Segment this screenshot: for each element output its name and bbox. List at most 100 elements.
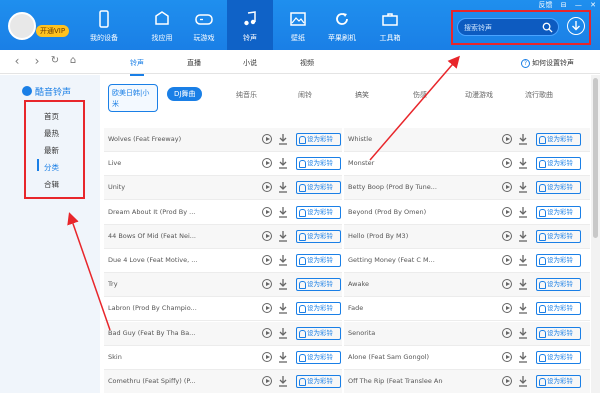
tag-pop[interactable]: 流行歌曲 [525, 90, 553, 100]
home-icon[interactable]: ⌂ [66, 54, 80, 68]
nav-refresh[interactable]: 苹果刷机 [319, 0, 365, 50]
table-row: Fade 设为彩铃 [344, 297, 590, 322]
download-icon[interactable] [278, 278, 288, 290]
download-icon[interactable] [278, 230, 288, 242]
forward-icon[interactable]: › [30, 54, 44, 68]
set-ringtone-button[interactable]: 设为彩铃 [296, 157, 341, 171]
tag-alarm[interactable]: 闹铃 [298, 90, 312, 100]
download-icon[interactable] [518, 278, 528, 290]
play-icon[interactable] [502, 230, 512, 241]
play-icon[interactable] [262, 376, 272, 386]
play-icon[interactable] [262, 279, 272, 290]
play-icon[interactable] [502, 279, 512, 290]
download-icon[interactable] [278, 254, 288, 266]
set-ringtone-button[interactable]: 设为彩铃 [296, 254, 341, 267]
download-icon[interactable] [278, 133, 288, 145]
set-ringtone-button[interactable]: 设为彩铃 [296, 205, 341, 219]
set-ringtone-button[interactable]: 设为彩铃 [296, 350, 341, 364]
set-ringtone-button[interactable]: 设为彩铃 [536, 157, 581, 171]
download-icon[interactable] [278, 181, 288, 194]
play-icon[interactable] [502, 182, 512, 193]
play-icon[interactable] [502, 327, 512, 338]
set-ringtone-button[interactable]: 设为彩铃 [536, 326, 581, 340]
tag-funny[interactable]: 搞笑 [355, 90, 369, 100]
tag-dj[interactable]: DJ舞曲 [167, 87, 203, 101]
table-row: Due 4 Love (Feat Motive, ... 设为彩铃 [104, 249, 342, 273]
refresh-icon[interactable]: ↻ [48, 54, 62, 68]
download-icon[interactable] [518, 254, 528, 266]
download-icon[interactable] [518, 230, 528, 242]
back-icon[interactable]: ‹ [10, 54, 24, 68]
nav-toolbox[interactable]: 工具箱 [367, 0, 413, 50]
set-ringtone-button[interactable]: 设为彩铃 [296, 181, 341, 195]
nav-gamepad[interactable]: 玩游戏 [181, 0, 227, 50]
play-icon[interactable] [262, 134, 272, 144]
download-icon[interactable] [278, 302, 288, 315]
download-icon[interactable] [518, 351, 528, 363]
download-icon[interactable] [518, 375, 528, 387]
play-icon[interactable] [262, 182, 272, 193]
download-icon[interactable] [278, 157, 288, 169]
help-link[interactable]: ? 如何设置铃声 [521, 58, 574, 68]
download-icon[interactable] [518, 327, 528, 339]
play-icon[interactable] [262, 303, 272, 314]
play-icon[interactable] [502, 158, 512, 169]
set-ringtone-button[interactable]: 设为彩铃 [296, 375, 341, 388]
vip-button[interactable]: 开通VIP [36, 25, 70, 37]
play-icon[interactable] [262, 255, 272, 265]
download-icon[interactable] [278, 351, 288, 363]
tab-ringtone[interactable]: 铃声 [130, 58, 144, 76]
play-icon[interactable] [502, 255, 512, 265]
skin-button[interactable]: ⊟ [561, 1, 567, 9]
download-icon[interactable] [278, 206, 288, 218]
set-ringtone-button[interactable]: 设为彩铃 [296, 229, 341, 243]
table-row: Getting Money (Feat C M... 设为彩铃 [344, 249, 590, 273]
download-icon[interactable] [518, 181, 528, 194]
play-icon[interactable] [262, 327, 272, 338]
set-ringtone-button[interactable]: 设为彩铃 [536, 302, 581, 316]
tag-instrumental[interactable]: 纯音乐 [236, 90, 257, 100]
tag-sad[interactable]: 伤感 [413, 90, 427, 100]
tab-video[interactable]: 视频 [300, 58, 314, 68]
set-ringtone-button[interactable]: 设为彩铃 [536, 350, 581, 364]
tab-live[interactable]: 直播 [187, 58, 201, 68]
set-ringtone-button[interactable]: 设为彩铃 [296, 302, 341, 316]
play-icon[interactable] [502, 303, 512, 314]
close-button[interactable]: ✕ [590, 1, 596, 9]
nav-wallpaper[interactable]: 壁纸 [275, 0, 321, 50]
set-ringtone-button[interactable]: 设为彩铃 [536, 229, 581, 243]
minimize-button[interactable]: — [575, 1, 582, 9]
nav-music[interactable]: 铃声 [227, 0, 273, 50]
nav-apps[interactable]: 找应用 [139, 0, 185, 50]
play-icon[interactable] [502, 206, 512, 217]
tag-western[interactable]: 欧美日韩|小米 [108, 84, 158, 112]
download-icon[interactable] [518, 133, 528, 145]
set-ringtone-button[interactable]: 设为彩铃 [296, 326, 341, 340]
set-ringtone-button[interactable]: 设为彩铃 [536, 254, 581, 267]
download-icon[interactable] [518, 157, 528, 169]
play-icon[interactable] [262, 230, 272, 241]
download-icon[interactable] [518, 302, 528, 315]
set-ringtone-button[interactable]: 设为彩铃 [296, 133, 341, 146]
tab-novel[interactable]: 小说 [243, 58, 257, 68]
set-ringtone-button[interactable]: 设为彩铃 [536, 181, 581, 195]
download-icon[interactable] [278, 375, 288, 387]
download-icon[interactable] [278, 327, 288, 339]
nav-phone[interactable]: 我的设备 [81, 0, 127, 50]
set-ringtone-button[interactable]: 设为彩铃 [536, 205, 581, 219]
set-ringtone-button[interactable]: 设为彩铃 [536, 133, 581, 146]
feedback-link[interactable]: 反馈 [539, 1, 553, 9]
set-ringtone-button[interactable]: 设为彩铃 [296, 278, 341, 292]
play-icon[interactable] [262, 206, 272, 217]
set-ringtone-button[interactable]: 设为彩铃 [536, 278, 581, 292]
download-icon[interactable] [518, 206, 528, 218]
tag-anime-games[interactable]: 动漫游戏 [465, 90, 493, 100]
set-ringtone-button[interactable]: 设为彩铃 [536, 375, 581, 388]
play-icon[interactable] [502, 376, 512, 386]
play-icon[interactable] [262, 158, 272, 169]
play-icon[interactable] [502, 134, 512, 144]
play-icon[interactable] [502, 351, 512, 362]
scrollbar-thumb[interactable] [593, 78, 598, 238]
avatar[interactable] [8, 12, 36, 40]
play-icon[interactable] [262, 351, 272, 362]
